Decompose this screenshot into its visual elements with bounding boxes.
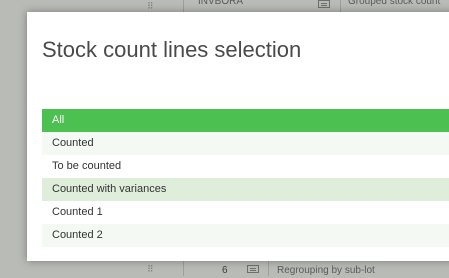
row-description: Grouped stock count [348,0,441,7]
option-counted-1[interactable]: Counted 1 [42,201,449,224]
option-all[interactable]: All [42,109,449,132]
option-counted-2[interactable]: Counted 2 [42,224,449,247]
background-table-row: ⠿ INVBORA Grouped stock count [0,0,449,12]
option-to-be-counted[interactable]: To be counted [42,155,449,178]
column-divider [183,0,184,12]
drag-handle-icon: ⠿ [147,264,154,274]
column-divider [268,261,269,276]
document-icon [247,265,259,273]
drag-handle-icon: ⠿ [147,1,154,11]
column-divider [183,261,184,276]
column-divider [340,0,341,12]
selection-options-list: All Counted To be counted Counted with v… [42,109,449,247]
document-icon [318,0,330,8]
option-counted[interactable]: Counted [42,132,449,155]
background-table-row: ⠿ 6 Regrouping by sub-lot [0,261,449,276]
stock-count-selection-dialog: Stock count lines selection All Counted … [27,12,449,261]
option-counted-with-variances[interactable]: Counted with variances [42,178,449,201]
dialog-title: Stock count lines selection [42,37,302,62]
row-code: INVBORA [198,0,244,7]
